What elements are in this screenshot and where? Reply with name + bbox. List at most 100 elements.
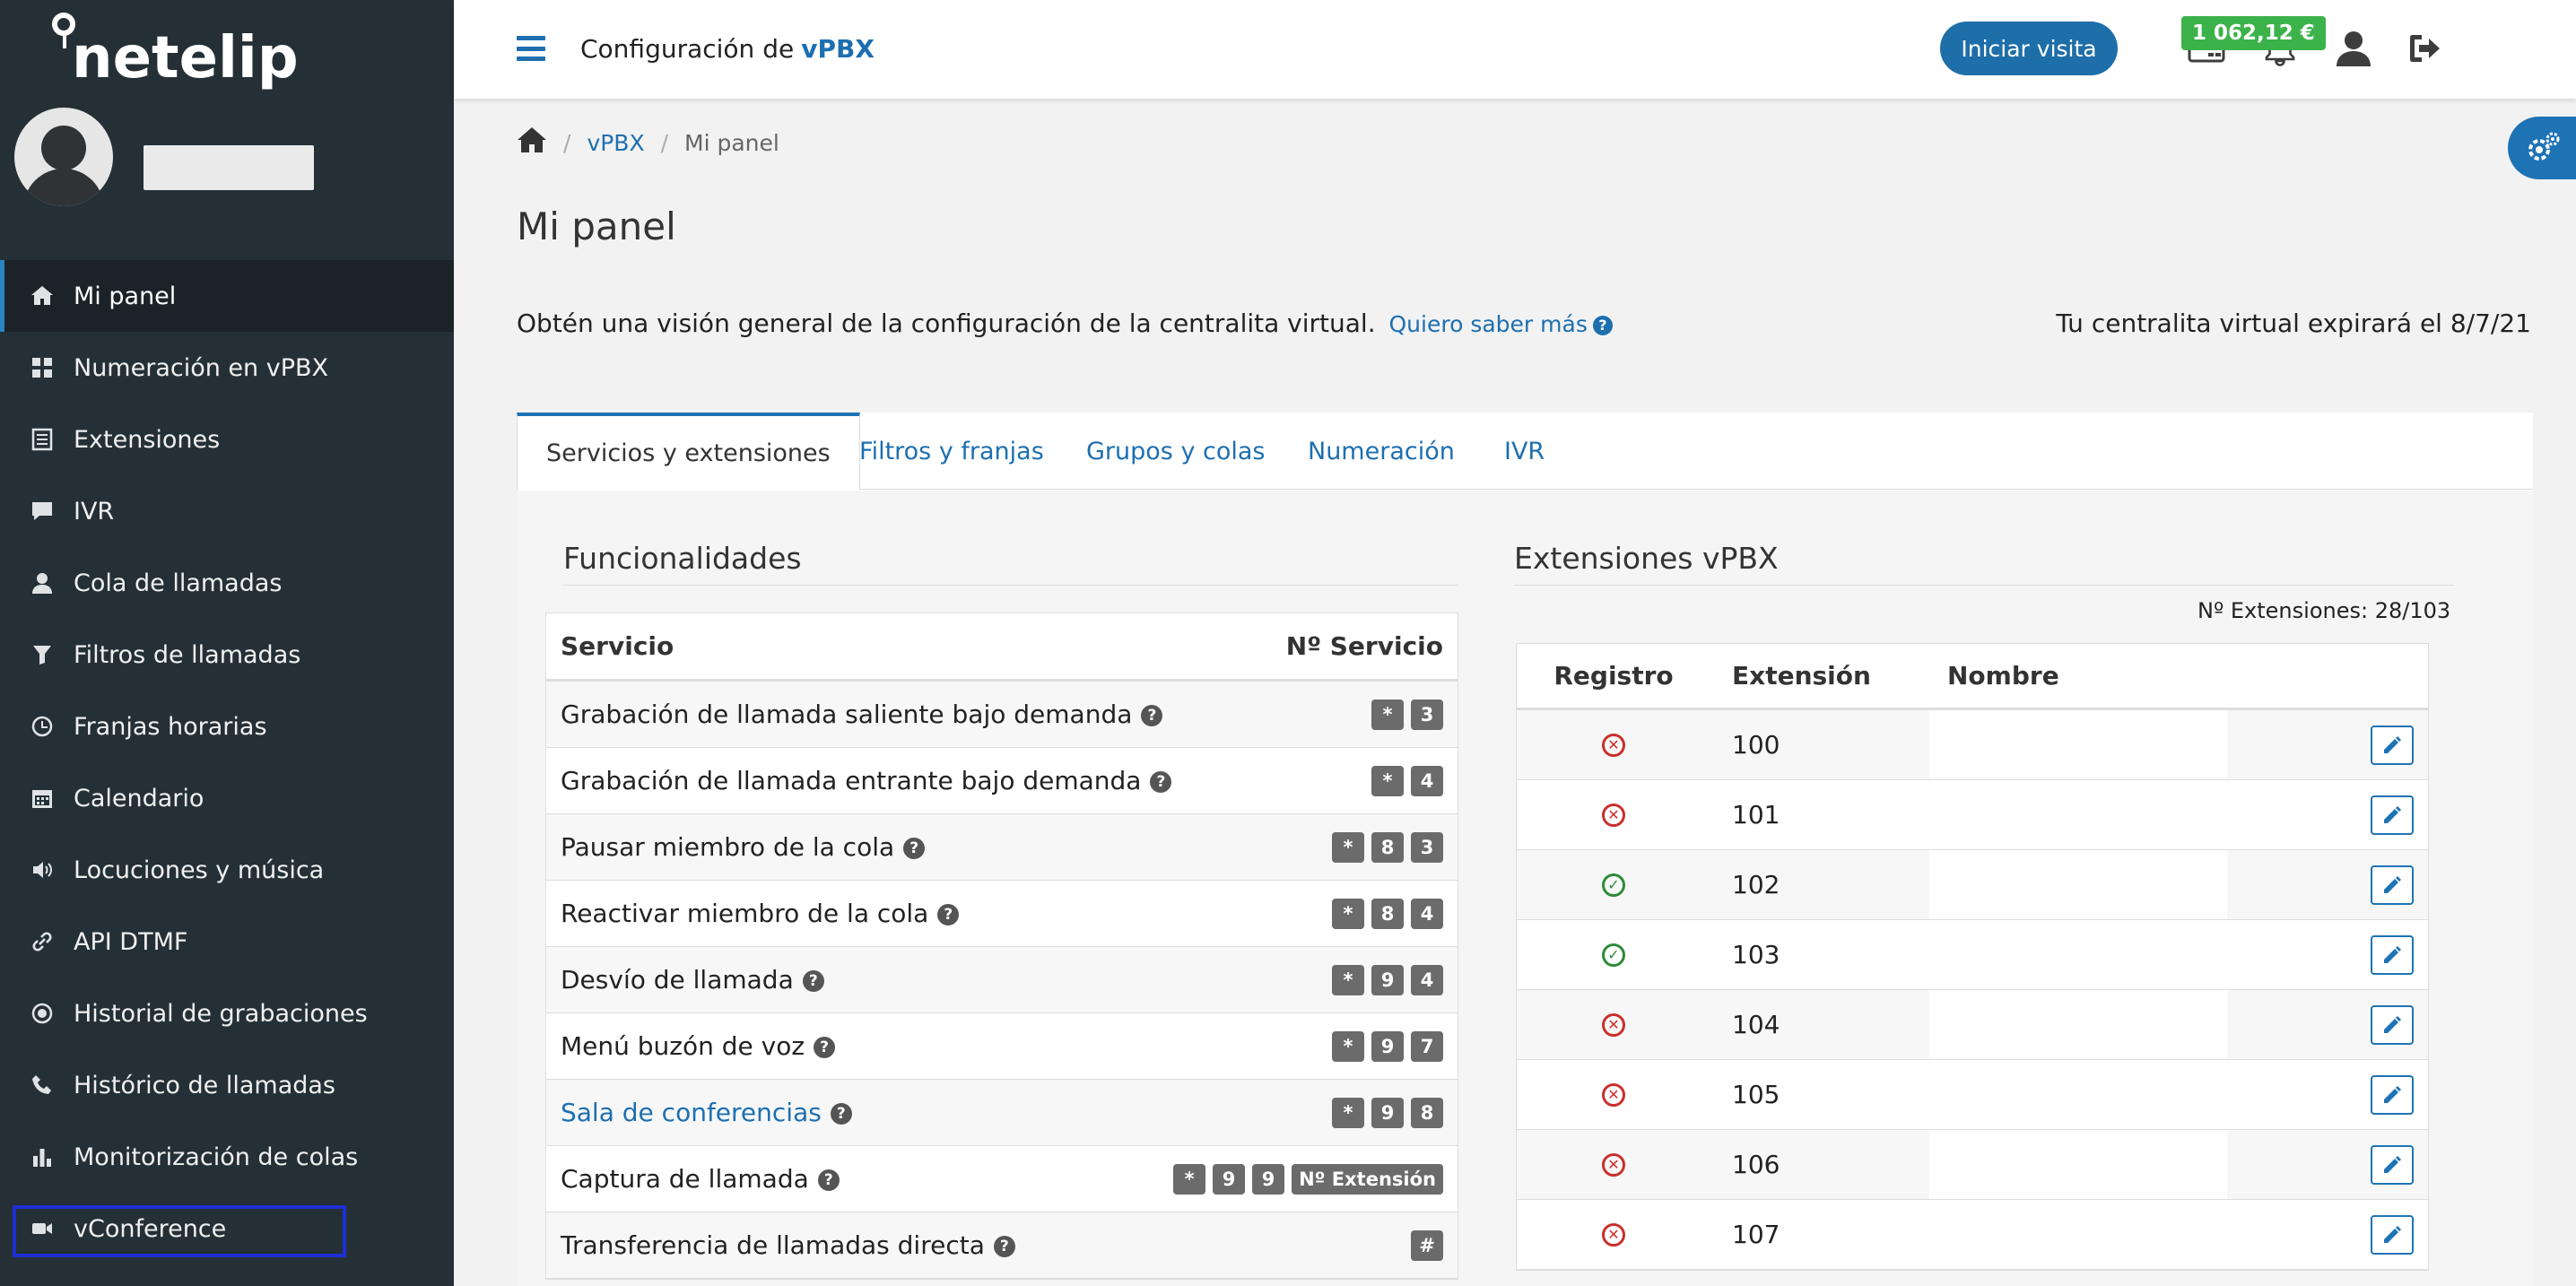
service-name: Transferencia de llamadas directa [561, 1230, 985, 1260]
clock-icon [29, 713, 56, 740]
sidebar-item-historico-de-llamadas[interactable]: Histórico de llamadas [0, 1049, 454, 1121]
grid-icon [29, 354, 56, 381]
sidebar-item-filtros-de-llamadas[interactable]: Filtros de llamadas [0, 619, 454, 691]
sidebar-item-cola-de-llamadas[interactable]: Cola de llamadas [0, 547, 454, 619]
list-icon [29, 426, 56, 453]
service-code-key: * [1332, 1030, 1364, 1062]
table-row: ✓ 103 [1517, 920, 2428, 990]
extension-name-redacted [1929, 920, 2227, 989]
sidebar-item-numeracion-en-vpbx[interactable]: Numeración en vPBX [0, 332, 454, 404]
service-link[interactable]: Sala de conferencias [561, 1098, 822, 1127]
avatar[interactable] [14, 108, 113, 206]
help-icon[interactable]: ? [830, 1103, 852, 1125]
tab-numeracion[interactable]: Numeración [1308, 413, 1455, 490]
table-row: Desvío de llamada? * 9 4 [546, 947, 1458, 1013]
balance-badge[interactable]: 1 062,12 € [2181, 16, 2326, 50]
tabs-panel: Servicios y extensiones Filtros y franja… [517, 413, 2533, 1286]
edit-extension-button[interactable] [2371, 1214, 2414, 1255]
edit-extension-button[interactable] [2371, 1074, 2414, 1115]
help-icon[interactable]: ? [903, 838, 926, 859]
tab-content: Funcionalidades Servicio Nº Servicio Gra… [517, 491, 2533, 1286]
sidebar-item-label: Franjas horarias [74, 712, 267, 741]
registered-check-icon: ✓ [1602, 873, 1625, 897]
settings-gear-icon[interactable] [2508, 117, 2576, 179]
service-code-key: 9 [1252, 1163, 1285, 1195]
edit-extension-button[interactable] [2371, 934, 2414, 975]
speaker-icon [29, 856, 56, 883]
filter-icon [29, 641, 56, 668]
service-code-key: 9 [1371, 1030, 1404, 1062]
sidebar-item-vconference[interactable]: vConference [0, 1193, 454, 1264]
col-servicio: Servicio [561, 631, 674, 661]
table-row: Pausar miembro de la cola? * 8 3 [546, 814, 1458, 881]
edit-extension-button[interactable] [2371, 1144, 2414, 1185]
sidebar-item-franjas-horarias[interactable]: Franjas horarias [0, 691, 454, 762]
sidebar-item-historial-de-grabaciones[interactable]: Historial de grabaciones [0, 978, 454, 1049]
service-code-key: 4 [1411, 765, 1443, 796]
sidebar-item-mi-panel[interactable]: Mi panel [0, 260, 454, 332]
pencil-icon [2384, 1085, 2401, 1103]
sidebar-item-label: Histórico de llamadas [74, 1071, 336, 1099]
menu-toggle-icon[interactable] [517, 36, 545, 61]
extension-name-redacted [1929, 990, 2227, 1059]
service-code-key: * [1371, 765, 1404, 796]
pencil-icon [2384, 945, 2401, 963]
phone-icon [29, 1072, 56, 1099]
help-icon[interactable]: ? [817, 1169, 840, 1191]
service-code-key: 4 [1411, 898, 1443, 929]
tab-ivr[interactable]: IVR [1504, 413, 1545, 490]
service-code-key: # [1411, 1230, 1443, 1261]
extension-number: 106 [1732, 1150, 1780, 1179]
extension-number: 102 [1732, 870, 1780, 899]
table-row: Grabación de llamada entrante bajo deman… [546, 748, 1458, 814]
service-code-key: * [1332, 964, 1364, 995]
col-extension: Extensión [1732, 661, 1871, 691]
top-title: Configuración de vPBX [580, 34, 875, 64]
help-icon[interactable]: ? [802, 970, 824, 992]
edit-extension-button[interactable] [2371, 725, 2414, 765]
start-tour-button[interactable]: Iniciar visita [1940, 22, 2118, 75]
tab-grupos-colas[interactable]: Grupos y colas [1086, 413, 1265, 490]
table-row: Transferencia de llamadas directa? # [546, 1212, 1458, 1279]
service-code-key: * [1332, 831, 1364, 863]
edit-extension-button[interactable] [2371, 865, 2414, 905]
help-icon[interactable]: ? [1150, 771, 1172, 793]
service-code-key: 9 [1371, 964, 1404, 995]
logout-icon[interactable] [2406, 29, 2445, 68]
service-name: Captura de llamada [561, 1164, 809, 1194]
sidebar-item-extensiones[interactable]: Extensiones [0, 404, 454, 475]
pencil-icon [2384, 805, 2401, 823]
extensions-table-header: Registro Extensión Nombre [1517, 644, 2428, 710]
sidebar-item-calendario[interactable]: Calendario [0, 762, 454, 834]
edit-extension-button[interactable] [2371, 1004, 2414, 1045]
pencil-icon [2384, 1155, 2401, 1173]
service-code-key: * [1332, 898, 1364, 929]
edit-extension-button[interactable] [2371, 795, 2414, 835]
pencil-icon [2384, 1015, 2401, 1033]
help-icon[interactable]: ? [937, 904, 960, 925]
service-code-key: 4 [1411, 964, 1443, 995]
service-name: Menú buzón de voz [561, 1031, 805, 1061]
service-code: * 4 [1371, 765, 1443, 796]
sidebar-item-api-dtmf[interactable]: API DTMF [0, 906, 454, 978]
home-icon[interactable] [517, 126, 547, 160]
help-icon[interactable]: ? [993, 1236, 1015, 1257]
netelip-logo[interactable]: netelip [52, 13, 299, 91]
table-row: ✓ 102 [1517, 850, 2428, 920]
extension-number: 100 [1732, 730, 1780, 760]
user-icon[interactable] [2334, 29, 2373, 68]
page-title: Mi panel [517, 204, 676, 248]
table-row: ✕ 106 [1517, 1130, 2428, 1200]
service-code-key: 3 [1411, 699, 1443, 730]
service-code: # [1411, 1230, 1443, 1261]
help-icon[interactable]: ? [814, 1037, 836, 1058]
tab-servicios-extensiones[interactable]: Servicios y extensiones [517, 413, 860, 491]
sidebar-item-monitorizacion-de-colas[interactable]: Monitorización de colas [0, 1121, 454, 1193]
breadcrumb-vpbx[interactable]: vPBX [587, 130, 644, 156]
service-name: Grabación de llamada entrante bajo deman… [561, 766, 1142, 795]
sidebar-item-ivr[interactable]: IVR [0, 475, 454, 547]
learn-more-link[interactable]: Quiero saber más? [1389, 311, 1613, 337]
tab-filtros-franjas[interactable]: Filtros y franjas [859, 413, 1044, 490]
sidebar-item-locuciones-y-musica[interactable]: Locuciones y música [0, 834, 454, 906]
help-icon[interactable]: ? [1141, 705, 1163, 726]
